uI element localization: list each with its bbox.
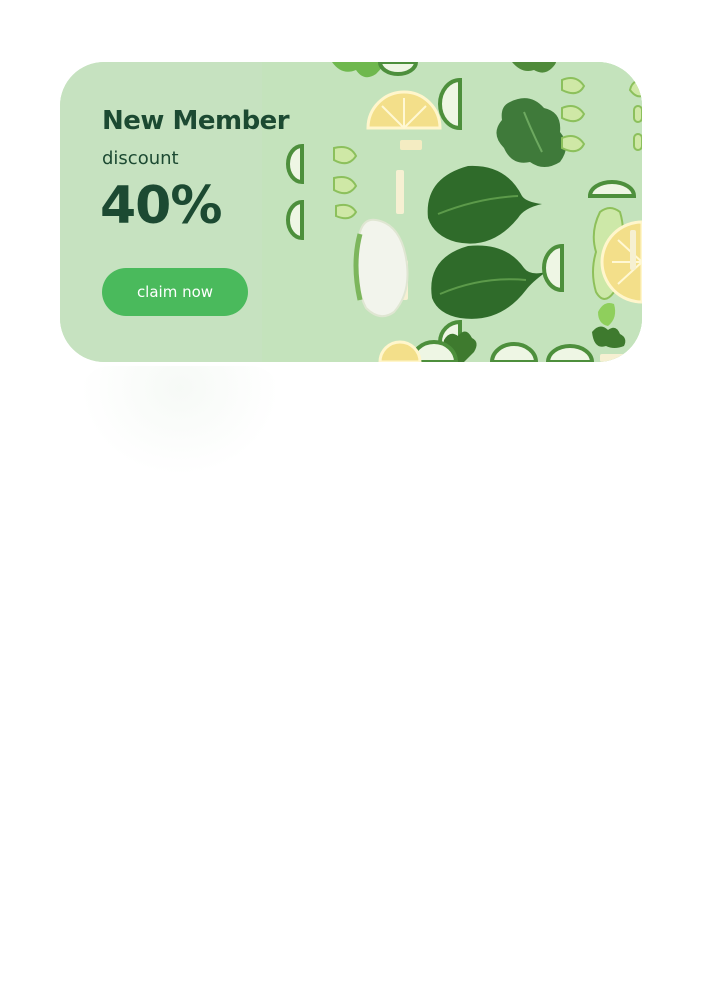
- promo-title: New Member: [102, 106, 290, 136]
- page: New Member discount 40% claim now: [0, 0, 716, 984]
- promo-subtitle: discount: [102, 148, 179, 169]
- claim-now-button[interactable]: claim now: [102, 268, 248, 316]
- discount-percent: 40%: [100, 176, 222, 236]
- promo-copy: New Member discount 40% claim now: [60, 62, 290, 362]
- promo-card: New Member discount 40% claim now: [60, 62, 642, 362]
- card-reflection: [80, 366, 280, 476]
- flat-lay-vegetables-icon: [262, 62, 642, 362]
